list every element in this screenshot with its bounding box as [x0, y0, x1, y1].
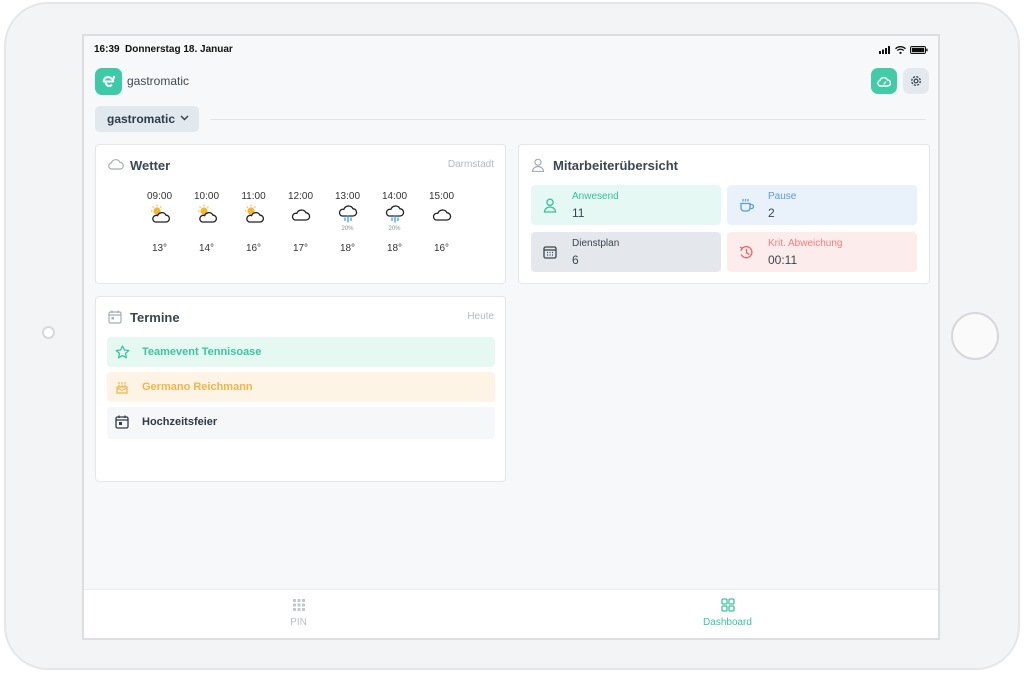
event-item[interactable]: Hochzeitsfeier	[107, 407, 495, 439]
events-card: Termine Heute Teamevent Tennisoase Germa…	[95, 296, 506, 482]
chevron-down-icon	[180, 115, 189, 121]
staff-overview-card: Mitarbeiterübersicht Anwesend 11 Pause 2…	[518, 144, 930, 284]
forecast-hour: 09:00 13°	[136, 191, 183, 261]
staff-break-label: Pause	[768, 191, 797, 202]
battery-icon	[910, 46, 928, 54]
staff-break-value: 2	[768, 206, 775, 220]
staff-roster-value: 6	[572, 253, 579, 267]
forecast-hour: 13:00 20% 18°	[324, 191, 371, 261]
person-icon	[543, 198, 557, 213]
staff-present-value: 11	[572, 206, 585, 220]
calendar-grid-icon	[543, 246, 557, 259]
staff-critical-tile[interactable]: Krit. Abweichung 00:11	[727, 232, 917, 272]
cloud-sync-button[interactable]	[871, 68, 897, 94]
app-name: gastromatic	[127, 74, 190, 88]
forecast-temperature: 14°	[198, 243, 215, 254]
tab-dashboard[interactable]: Dashboard	[513, 590, 938, 638]
staff-roster-tile[interactable]: Dienstplan 6	[531, 232, 721, 272]
birthday-cake-icon	[116, 382, 128, 394]
forecast-time: 09:00	[146, 191, 173, 202]
app-screen: 16:39 Donnerstag 18. Januar gastromatic …	[82, 34, 940, 640]
staff-critical-label: Krit. Abweichung	[768, 238, 843, 249]
clock-alert-icon	[739, 245, 753, 259]
event-label: Germano Reichmann	[142, 381, 253, 393]
forecast-temperature: 18°	[386, 243, 403, 254]
forecast-time: 12:00	[287, 191, 314, 202]
event-label: Hochzeitsfeier	[142, 416, 218, 428]
event-label: Teamevent Tennisoase	[142, 346, 262, 358]
forecast-hour: 11:00 16°	[230, 191, 277, 261]
forecast-temperature: 13°	[151, 243, 168, 254]
forecast-time: 11:00	[241, 191, 266, 202]
staff-overview-title: Mitarbeiterübersicht	[553, 158, 678, 173]
weather-card: Wetter Darmstadt 09:00 13° 10:00 14° 11:00 16…	[95, 144, 506, 284]
cloud-gauge-icon	[877, 76, 891, 87]
forecast-temperature: 18°	[339, 243, 356, 254]
gastromatic-logo-icon	[95, 68, 122, 95]
forecast-time: 14:00	[381, 191, 408, 202]
forecast-precipitation: 20%	[388, 226, 401, 232]
status-date: Donnerstag 18. Januar	[125, 44, 233, 55]
event-item[interactable]: Teamevent Tennisoase	[107, 337, 495, 367]
calendar-event-icon	[115, 415, 129, 429]
wifi-icon	[895, 46, 906, 54]
forecast-hour: 10:00 14°	[183, 191, 230, 261]
dashboard-grid-icon	[720, 598, 735, 612]
forecast-hour: 12:00 17°	[277, 191, 324, 261]
rain-icon	[337, 204, 359, 224]
partly-sunny-icon	[149, 204, 171, 224]
keypad-grid-icon	[292, 599, 305, 611]
tab-dashboard-label: Dashboard	[703, 617, 752, 628]
event-item[interactable]: Germano Reichmann	[107, 372, 495, 402]
rain-icon	[384, 204, 406, 224]
partly-sunny-icon	[243, 204, 265, 224]
header-divider	[210, 119, 926, 120]
tablet-side-sensor	[42, 326, 55, 339]
forecast-hour: 15:00 16°	[418, 191, 465, 261]
forecast-temperature: 16°	[245, 243, 262, 254]
location-select-value: gastromatic	[107, 112, 176, 126]
forecast-time: 15:00	[428, 191, 455, 202]
staff-break-tile[interactable]: Pause 2	[727, 185, 917, 225]
forecast-time: 10:00	[193, 191, 220, 202]
forecast-temperature: 16°	[433, 243, 450, 254]
events-title: Termine	[130, 310, 180, 325]
forecast-time: 13:00	[334, 191, 361, 202]
tablet-home-button[interactable]	[951, 312, 999, 360]
forecast-temperature: 17°	[292, 243, 309, 254]
location-select[interactable]: gastromatic	[95, 106, 199, 132]
forecast-precipitation: 20%	[341, 226, 354, 232]
weather-location: Darmstadt	[447, 159, 494, 170]
weather-forecast: 09:00 13° 10:00 14° 11:00 16° 12:00 17° 13:00 20%…	[136, 191, 465, 261]
person-outline-icon	[531, 158, 545, 172]
events-filter[interactable]: Heute	[467, 311, 494, 322]
staff-present-tile[interactable]: Anwesend 11	[531, 185, 721, 225]
status-time: 16:39	[94, 44, 120, 55]
cloud-icon	[290, 204, 312, 224]
status-bar: 16:39 Donnerstag 18. Januar	[94, 44, 928, 58]
weather-title: Wetter	[130, 158, 171, 173]
cloud-icon	[431, 204, 453, 224]
forecast-hour: 14:00 20% 18°	[371, 191, 418, 261]
coffee-cup-icon	[740, 199, 755, 212]
partly-sunny-icon	[196, 204, 218, 224]
cloud-outline-icon	[108, 159, 124, 170]
gear-icon	[911, 76, 921, 86]
staff-critical-value: 00:11	[768, 253, 798, 267]
settings-button[interactable]	[903, 68, 929, 94]
calendar-outline-icon	[108, 310, 122, 324]
star-icon	[115, 345, 130, 359]
staff-present-label: Anwesend	[572, 191, 619, 202]
tab-pin[interactable]: PIN	[84, 590, 513, 638]
signal-icon	[879, 46, 890, 54]
tab-pin-label: PIN	[290, 617, 307, 628]
bottom-tab-bar: PIN Dashboard	[84, 589, 938, 638]
staff-roster-label: Dienstplan	[572, 238, 620, 249]
